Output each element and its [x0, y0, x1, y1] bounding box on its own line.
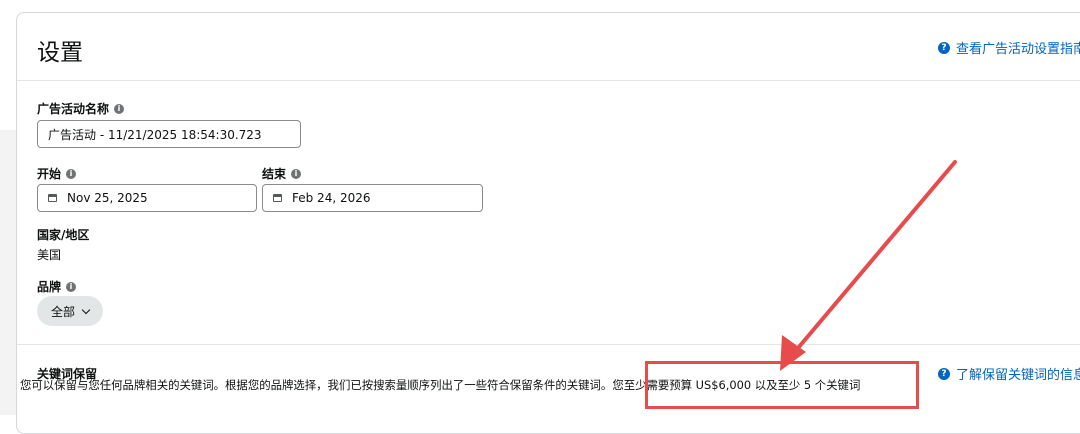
annotation-arrow: [780, 160, 957, 371]
